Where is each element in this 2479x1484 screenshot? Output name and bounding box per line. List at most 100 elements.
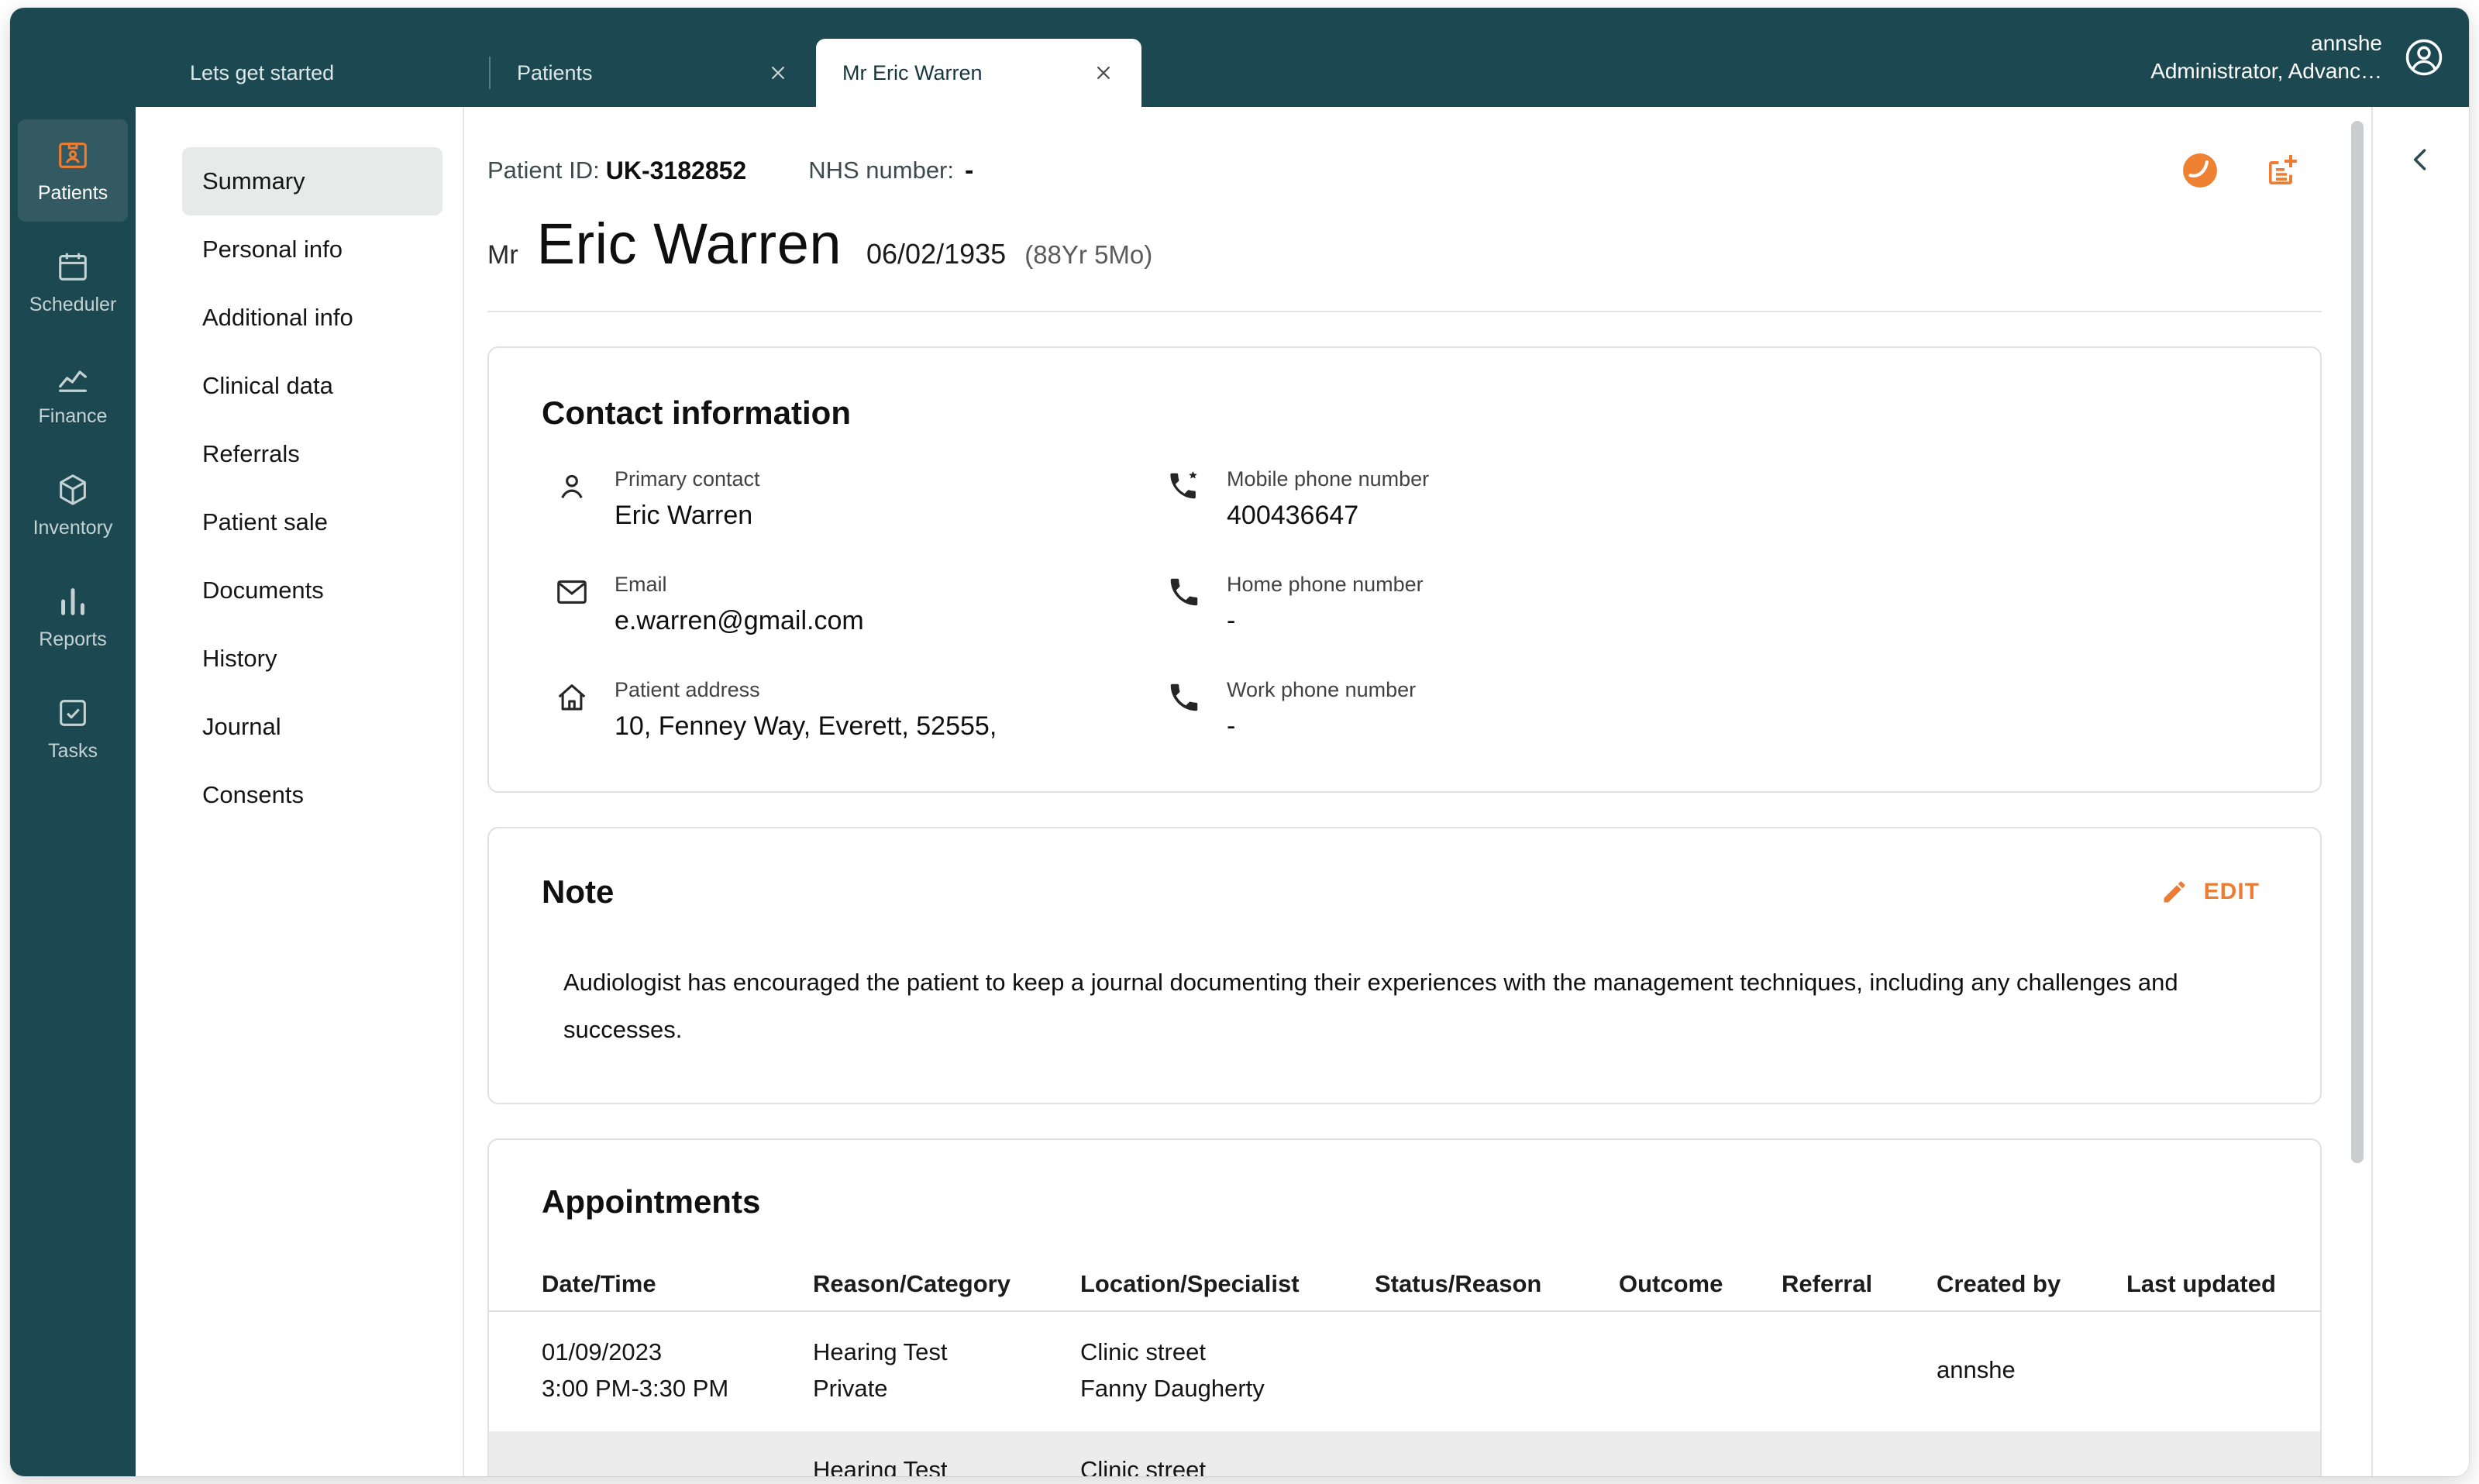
column-header: Reason/Category — [813, 1270, 1080, 1298]
card-title: Appointments — [489, 1183, 2320, 1221]
field-value: - — [1227, 711, 1416, 742]
sidebar-item-label: Finance — [39, 405, 108, 428]
note-card: Note EDIT Audiologist has encouraged the… — [487, 827, 2322, 1104]
appointments-card: Appointments Date/Time Reason/Category L… — [487, 1138, 2322, 1476]
sidebar-item-patients[interactable]: Patients — [18, 119, 128, 222]
contact-grid: Primary contact Eric Warren Email — [542, 467, 2267, 742]
field-value: - — [1227, 606, 1424, 636]
close-icon[interactable] — [1092, 61, 1115, 84]
patient-name-row: Mr Eric Warren 06/02/1935 (88Yr 5Mo) — [487, 211, 2322, 277]
column-header: Location/Specialist — [1080, 1270, 1375, 1298]
task-check-icon — [55, 695, 91, 731]
appointments-table-header: Date/Time Reason/Category Location/Speci… — [489, 1258, 2320, 1312]
field-label: Patient address — [615, 678, 997, 702]
line-chart-icon — [55, 360, 91, 396]
field-patient-address: Patient address 10, Fenney Way, Everett,… — [542, 678, 1154, 742]
tab-label: Patients — [517, 61, 751, 85]
field-value: 400436647 — [1227, 501, 1429, 531]
field-mobile-phone: Mobile phone number 400436647 — [1154, 467, 2267, 531]
subnav-label: Personal info — [202, 236, 343, 263]
header-actions — [2182, 152, 2322, 189]
column-header: Status/Reason — [1375, 1270, 1619, 1298]
note-body: Audiologist has encouraged the patient t… — [542, 959, 2223, 1053]
patient-subnav: Summary Personal info Additional info Cl… — [136, 107, 464, 1476]
field-home-phone: Home phone number - — [1154, 573, 2267, 636]
subnav-item-documents[interactable]: Documents — [182, 556, 442, 625]
field-label: Home phone number — [1227, 573, 1424, 597]
tab-label: Lets get started — [190, 61, 463, 85]
subnav-item-journal[interactable]: Journal — [182, 693, 442, 761]
phone-icon — [1166, 680, 1202, 715]
right-panel — [2371, 107, 2469, 1476]
calendar-icon — [55, 249, 91, 284]
user-name: annshe — [2150, 29, 2382, 57]
chevron-left-icon[interactable] — [2404, 143, 2438, 177]
user-box: annshe Administrator, Advanc… — [2150, 8, 2446, 107]
sidebar-item-inventory[interactable]: Inventory — [18, 454, 128, 556]
subnav-item-history[interactable]: History — [182, 625, 442, 693]
close-icon[interactable] — [766, 61, 790, 84]
edit-label: EDIT — [2204, 879, 2260, 905]
sidebar-item-label: Patients — [38, 182, 108, 205]
header-divider — [487, 311, 2322, 312]
field-work-phone: Work phone number - — [1154, 678, 2267, 742]
field-label: Email — [615, 573, 864, 597]
card-title: Note — [542, 873, 614, 911]
subnav-label: Documents — [202, 577, 324, 604]
sidebar-item-finance[interactable]: Finance — [18, 343, 128, 445]
note-header: Note EDIT — [542, 873, 2267, 911]
sidebar-item-tasks[interactable]: Tasks — [18, 677, 128, 780]
brand-logo-icon — [2182, 153, 2218, 188]
subnav-label: Summary — [202, 167, 305, 195]
subnav-label: Additional info — [202, 304, 353, 332]
field-email: Email e.warren@gmail.com — [542, 573, 1154, 636]
user-text: annshe Administrator, Advanc… — [2150, 29, 2382, 85]
account-circle-icon[interactable] — [2402, 36, 2446, 79]
bar-chart-icon — [55, 584, 91, 619]
field-label: Work phone number — [1227, 678, 1416, 702]
field-value: Eric Warren — [615, 501, 760, 531]
subnav-item-consents[interactable]: Consents — [182, 761, 442, 829]
scrollbar-thumb[interactable] — [2351, 121, 2364, 1163]
tab-lets-get-started[interactable]: Lets get started — [164, 39, 489, 107]
subnav-item-summary[interactable]: Summary — [182, 147, 442, 215]
sidebar-item-reports[interactable]: Reports — [18, 566, 128, 668]
phone-icon — [1166, 574, 1202, 610]
subnav-item-additional-info[interactable]: Additional info — [182, 284, 442, 352]
app-window: Lets get started Patients Mr Eric Warren… — [10, 8, 2469, 1476]
subnav-item-clinical-data[interactable]: Clinical data — [182, 352, 442, 420]
topbar: Lets get started Patients Mr Eric Warren… — [10, 8, 2469, 107]
table-row[interactable]: Hearing Test Clinic street — [489, 1431, 2320, 1476]
email-icon — [554, 574, 590, 610]
card-title: Contact information — [542, 394, 2267, 432]
cell-created-by: annshe — [1937, 1356, 2126, 1384]
subnav-item-patient-sale[interactable]: Patient sale — [182, 488, 442, 556]
column-header: Last updated — [2126, 1270, 2297, 1298]
sidebar-item-label: Inventory — [33, 517, 113, 539]
sidebar-item-label: Reports — [39, 628, 107, 651]
subnav-item-referrals[interactable]: Referrals — [182, 420, 442, 488]
subnav-item-personal-info[interactable]: Personal info — [182, 215, 442, 284]
subnav-label: Patient sale — [202, 508, 328, 536]
pencil-icon — [2161, 878, 2188, 906]
patient-name: Eric Warren — [537, 211, 842, 277]
subnav-label: Consents — [202, 781, 304, 809]
subnav-label: History — [202, 645, 277, 673]
patient-id-row: Patient ID: UK-3182852 NHS number: - — [487, 152, 2322, 189]
patient-dob: 06/02/1935 — [866, 238, 1006, 270]
column-header: Date/Time — [542, 1270, 813, 1298]
sidebar-item-label: Scheduler — [29, 294, 117, 316]
add-note-icon[interactable] — [2263, 152, 2300, 189]
table-row[interactable]: 01/09/2023 3:00 PM-3:30 PM Hearing Test … — [489, 1312, 2320, 1431]
sidebar-item-scheduler[interactable]: Scheduler — [18, 231, 128, 333]
field-label: Primary contact — [615, 467, 760, 491]
field-value: e.warren@gmail.com — [615, 606, 864, 636]
tab-label: Mr Eric Warren — [842, 61, 1076, 85]
edit-note-button[interactable]: EDIT — [2161, 878, 2267, 906]
contact-information-card: Contact information Primary contact Eric… — [487, 346, 2322, 793]
nhs-number-value: - — [965, 156, 973, 186]
sidebar-item-label: Tasks — [48, 740, 98, 763]
tab-patients[interactable]: Patients — [491, 39, 816, 107]
tab-mr-eric-warren[interactable]: Mr Eric Warren — [816, 39, 1141, 107]
patient-age: (88Yr 5Mo) — [1024, 240, 1152, 270]
